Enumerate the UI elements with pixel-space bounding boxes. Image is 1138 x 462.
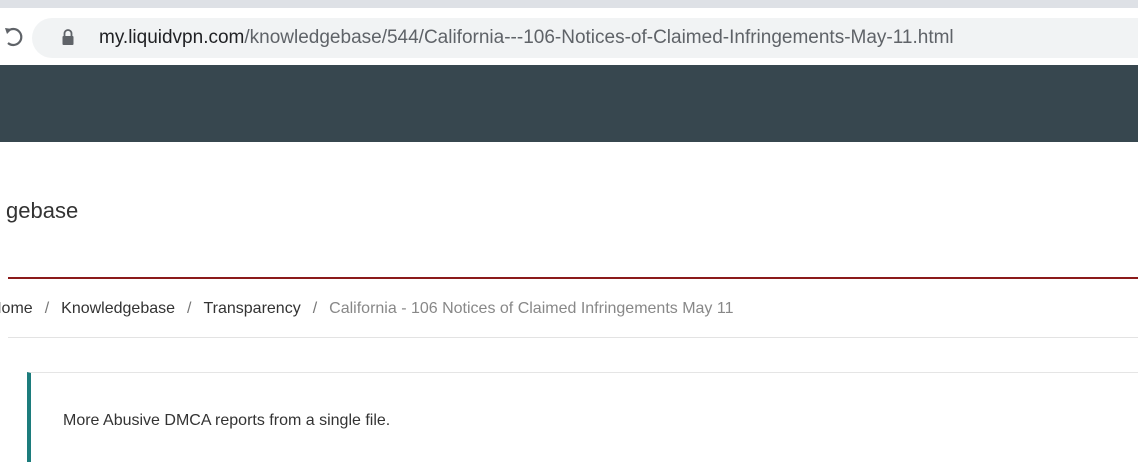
site-navbar	[0, 65, 1138, 142]
breadcrumb-separator: /	[44, 300, 50, 317]
lock-icon[interactable]	[61, 28, 75, 46]
reload-icon[interactable]	[4, 26, 24, 48]
url-text[interactable]: my.liquidvpn.com/knowledgebase/544/Calif…	[99, 26, 954, 50]
breadcrumb-separator: /	[187, 300, 192, 317]
reload-icon-glyph	[5, 27, 23, 47]
breadcrumb-separator: /	[312, 300, 318, 317]
breadcrumb: Home / Knowledgebase / Transparency / Californ…	[0, 298, 733, 320]
url-host: my.liquidvpn.com	[99, 27, 245, 48]
breadcrumb-current: California - 106 Notices of Claimed Infr…	[329, 300, 734, 317]
breadcrumb-knowledgebase[interactable]: Knowledgebase	[61, 300, 175, 317]
breadcrumb-divider	[8, 337, 1138, 338]
breadcrumb-home[interactable]: Home	[0, 300, 33, 317]
article-body: More Abusive DMCA reports from a single …	[63, 412, 391, 429]
url-path: /knowledgebase/544/California---106-Noti…	[244, 27, 954, 48]
page-title: gebase	[6, 198, 79, 223]
breadcrumb-transparency[interactable]: Transparency	[203, 300, 300, 317]
browser-top-strip	[0, 0, 1138, 8]
heading-divider	[8, 277, 1138, 279]
